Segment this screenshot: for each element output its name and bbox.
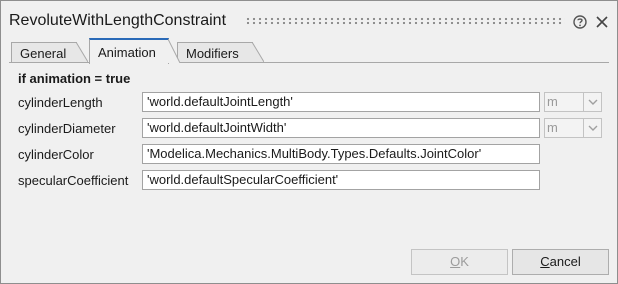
tab-modifiers-label: Modifiers: [186, 46, 239, 61]
cylinder-diameter-unit: m: [547, 120, 558, 135]
cylinder-length-input[interactable]: 'world.defaultJointLength': [142, 92, 540, 112]
cylinder-length-unit-select[interactable]: m: [544, 92, 602, 112]
ok-button[interactable]: OK: [411, 249, 508, 275]
window-title: RevoluteWithLengthConstraint: [9, 12, 227, 29]
cylinder-diameter-label: cylinderDiameter: [18, 121, 116, 136]
chevron-down-icon: [588, 99, 598, 105]
unit-select-divider: [583, 119, 584, 137]
tab-general-label: General: [20, 46, 67, 61]
tab-animation-label: Animation: [98, 45, 156, 60]
tab-modifiers[interactable]: Modifiers: [177, 42, 264, 63]
drag-grip[interactable]: [245, 17, 565, 25]
tab-bar: General Animation Modifiers: [9, 37, 609, 64]
cylinder-color-label: cylinderColor: [18, 147, 94, 162]
tab-general-slant: [76, 42, 88, 62]
ok-label-rest: K: [460, 254, 469, 269]
cancel-label-rest: ancel: [549, 254, 581, 269]
cancel-mnemonic: C: [540, 254, 550, 269]
help-icon[interactable]: [573, 15, 587, 29]
specular-coefficient-label: specularCoefficient: [18, 173, 129, 188]
tab-animation[interactable]: Animation: [89, 38, 180, 64]
parameter-dialog: RevoluteWithLengthConstraint General Ani…: [0, 0, 618, 284]
chevron-down-icon: [588, 125, 598, 131]
tab-modifiers-slant: [252, 42, 264, 62]
ok-mnemonic: O: [450, 254, 461, 269]
cancel-button[interactable]: Cancel: [512, 249, 609, 275]
unit-select-divider: [583, 93, 584, 111]
cylinder-length-label: cylinderLength: [18, 95, 103, 110]
tab-animation-slant: [168, 39, 180, 63]
cylinder-color-input[interactable]: 'Modelica.Mechanics.MultiBody.Types.Defa…: [142, 144, 540, 164]
cylinder-diameter-input[interactable]: 'world.defaultJointWidth': [142, 118, 540, 138]
specular-coefficient-input[interactable]: 'world.defaultSpecularCoefficient': [142, 170, 540, 190]
cylinder-diameter-unit-select[interactable]: m: [544, 118, 602, 138]
cylinder-length-unit: m: [547, 94, 558, 109]
close-icon[interactable]: [595, 15, 609, 29]
title-bar[interactable]: RevoluteWithLengthConstraint: [1, 1, 617, 37]
tab-general[interactable]: General: [11, 42, 88, 63]
section-heading: if animation = true: [18, 71, 131, 86]
